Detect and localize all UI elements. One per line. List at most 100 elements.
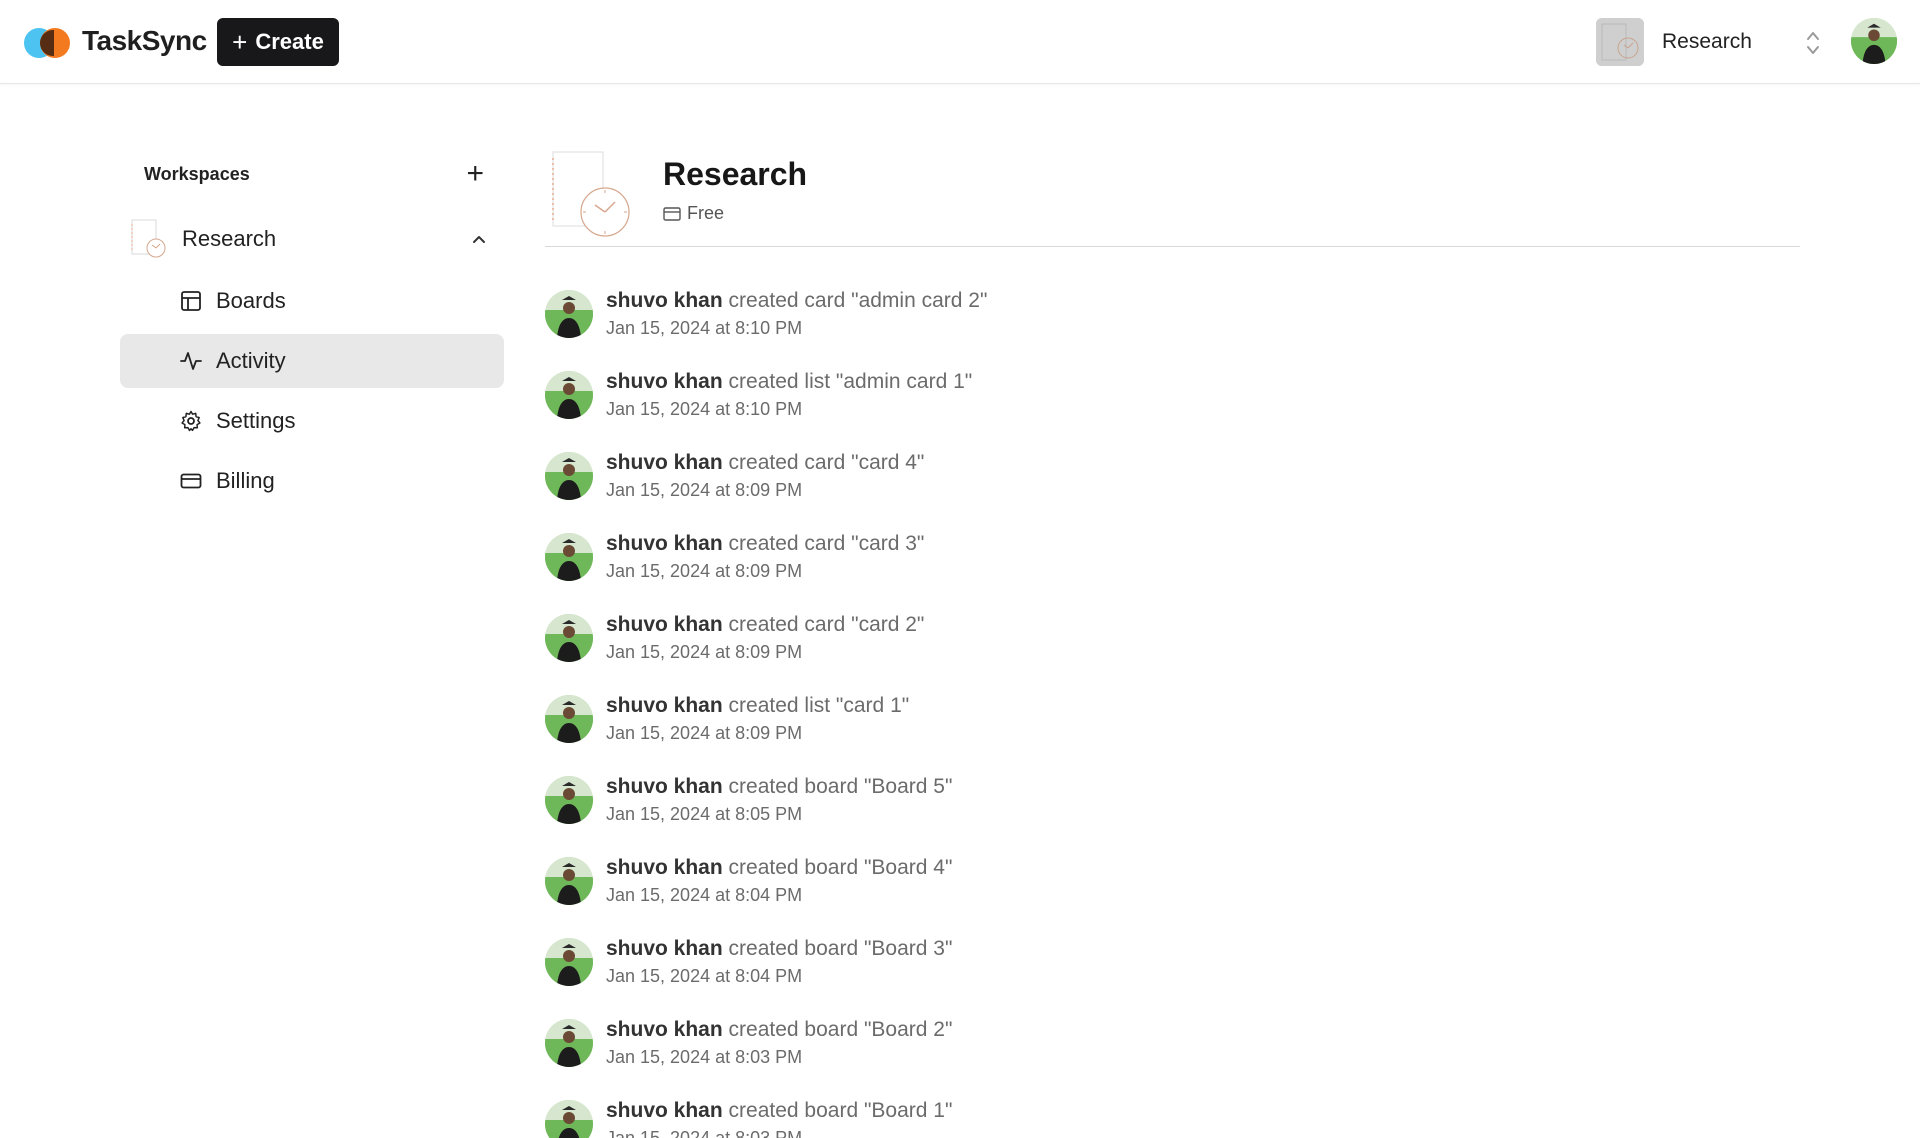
workspaces-label: Workspaces <box>144 163 250 184</box>
workspaces-header: Workspaces + <box>120 150 504 198</box>
user-avatar[interactable] <box>1851 18 1897 64</box>
activity-message: shuvo khan created card "admin card 2" <box>606 289 987 313</box>
logo-icon <box>24 18 70 64</box>
activity-message: shuvo khan created card "card 4" <box>606 451 924 475</box>
activity-user: shuvo khan <box>606 1098 723 1122</box>
activity-text: shuvo khan created card "card 4" Jan 15, … <box>606 451 924 501</box>
sidebar-item-label: Boards <box>216 288 286 313</box>
activity-timestamp: Jan 15, 2024 at 8:09 PM <box>606 641 803 662</box>
activity-avatar <box>545 694 593 743</box>
sidebar: Workspaces + Research Boards Activity Se… <box>120 150 504 514</box>
workspace-nav: Boards Activity Settings Billing <box>120 274 504 508</box>
activity-message: shuvo khan created list "card 1" <box>606 694 909 718</box>
divider <box>545 246 1800 247</box>
activity-user: shuvo khan <box>606 369 723 393</box>
activity-action: created board "Board 4" <box>728 855 953 879</box>
activity-user: shuvo khan <box>606 1017 723 1041</box>
activity-avatar <box>545 532 593 581</box>
create-label: Create <box>255 29 324 54</box>
workspace-hero: Research Free <box>545 150 1800 246</box>
activity-timestamp: Jan 15, 2024 at 8:05 PM <box>606 803 803 824</box>
activity-user: shuvo khan <box>606 774 723 798</box>
activity-timestamp: Jan 15, 2024 at 8:04 PM <box>606 884 803 905</box>
activity-item: shuvo khan created board "Board 2" Jan 15… <box>545 1002 1800 1083</box>
activity-timestamp: Jan 15, 2024 at 8:10 PM <box>606 317 803 338</box>
add-workspace-icon[interactable]: + <box>466 159 484 189</box>
workspace-switcher[interactable]: Research <box>1596 18 1822 66</box>
activity-user: shuvo khan <box>606 288 723 312</box>
workspace-name: Research <box>1662 30 1752 53</box>
activity-action: created list "admin card 1" <box>728 369 973 393</box>
activity-action: created board "Board 3" <box>728 936 953 960</box>
credit-card-icon <box>180 473 202 489</box>
activity-avatar <box>545 1018 593 1067</box>
activity-text: shuvo khan created board "Board 3" Jan 15… <box>606 937 952 987</box>
workspace-logo-icon <box>545 150 631 240</box>
activity-action: created board "Board 1" <box>728 1098 953 1122</box>
main-content: Research Free shuvo khan created card "a… <box>545 150 1800 1138</box>
activity-item: shuvo khan created list "card 1" Jan 15, … <box>545 678 1800 759</box>
activity-action: created card "admin card 2" <box>728 288 988 312</box>
activity-avatar <box>545 1099 593 1138</box>
layout-icon <box>181 291 201 311</box>
activity-avatar <box>545 451 593 500</box>
activity-item: shuvo khan created board "Board 3" Jan 15… <box>545 921 1800 1002</box>
sidebar-item-label: Billing <box>216 468 275 493</box>
activity-item: shuvo khan created board "Board 1" Jan 15… <box>545 1083 1800 1138</box>
activity-action: created board "Board 5" <box>728 774 953 798</box>
activity-item: shuvo khan created card "card 2" Jan 15, … <box>545 597 1800 678</box>
activity-item: shuvo khan created board "Board 5" Jan 15… <box>545 759 1800 840</box>
activity-action: created board "Board 2" <box>728 1017 953 1041</box>
activity-text: shuvo khan created board "Board 1" Jan 15… <box>606 1099 952 1138</box>
activity-message: shuvo khan created board "Board 5" <box>606 775 952 799</box>
activity-action: created card "card 4" <box>728 450 925 474</box>
activity-timestamp: Jan 15, 2024 at 8:03 PM <box>606 1127 803 1138</box>
activity-timestamp: Jan 15, 2024 at 8:09 PM <box>606 560 803 581</box>
activity-message: shuvo khan created card "card 3" <box>606 532 924 556</box>
sidebar-item-boards[interactable]: Boards <box>120 274 504 328</box>
activity-avatar <box>545 370 593 419</box>
workspace-thumbnail <box>1596 18 1644 66</box>
sidebar-item-activity[interactable]: Activity <box>120 334 504 388</box>
activity-timestamp: Jan 15, 2024 at 8:10 PM <box>606 398 803 419</box>
activity-timestamp: Jan 15, 2024 at 8:09 PM <box>606 479 803 500</box>
brand-name: TaskSync <box>82 25 207 56</box>
workspace-label: Research <box>182 226 277 251</box>
chevron-up-icon <box>473 236 485 243</box>
plan-label: Free <box>687 203 725 223</box>
activity-timestamp: Jan 15, 2024 at 8:03 PM <box>606 1046 803 1067</box>
activity-action: created list "card 1" <box>728 693 910 717</box>
activity-avatar <box>545 289 593 338</box>
activity-message: shuvo khan created board "Board 4" <box>606 856 952 880</box>
activity-timestamp: Jan 15, 2024 at 8:04 PM <box>606 965 803 986</box>
activity-user: shuvo khan <box>606 531 723 555</box>
workspace-accordion-research[interactable]: Research <box>120 210 504 268</box>
activity-item: shuvo khan created card "card 3" Jan 15, … <box>545 516 1800 597</box>
activity-text: shuvo khan created card "card 2" Jan 15, … <box>606 613 924 663</box>
activity-user: shuvo khan <box>606 693 723 717</box>
activity-avatar <box>545 937 593 986</box>
top-navbar: TaskSync + Create Research <box>0 0 1920 84</box>
activity-avatar <box>545 613 593 662</box>
activity-item: shuvo khan created list "admin card 1" Ja… <box>545 354 1800 435</box>
sidebar-item-settings[interactable]: Settings <box>120 394 504 448</box>
sidebar-item-label: Settings <box>216 408 296 433</box>
activity-item: shuvo khan created card "admin card 2" Ja… <box>545 273 1800 354</box>
credit-card-icon <box>663 206 681 221</box>
activity-action: created card "card 2" <box>728 612 925 636</box>
activity-user: shuvo khan <box>606 855 723 879</box>
activity-text: shuvo khan created board "Board 4" Jan 15… <box>606 856 952 906</box>
activity-text: shuvo khan created board "Board 5" Jan 15… <box>606 775 952 825</box>
create-button[interactable]: + Create <box>217 18 339 66</box>
activity-user: shuvo khan <box>606 450 723 474</box>
activity-avatar <box>545 775 593 824</box>
activity-list: shuvo khan created card "admin card 2" Ja… <box>545 273 1800 1138</box>
brand-logo[interactable]: TaskSync <box>24 18 207 64</box>
activity-message: shuvo khan created card "card 2" <box>606 613 924 637</box>
activity-text: shuvo khan created list "card 1" Jan 15, … <box>606 694 909 744</box>
sidebar-item-billing[interactable]: Billing <box>120 454 504 508</box>
activity-timestamp: Jan 15, 2024 at 8:09 PM <box>606 722 803 743</box>
activity-text: shuvo khan created list "admin card 1" Ja… <box>606 370 972 420</box>
activity-item: shuvo khan created card "card 4" Jan 15, … <box>545 435 1800 516</box>
activity-text: shuvo khan created card "admin card 2" Ja… <box>606 289 987 339</box>
